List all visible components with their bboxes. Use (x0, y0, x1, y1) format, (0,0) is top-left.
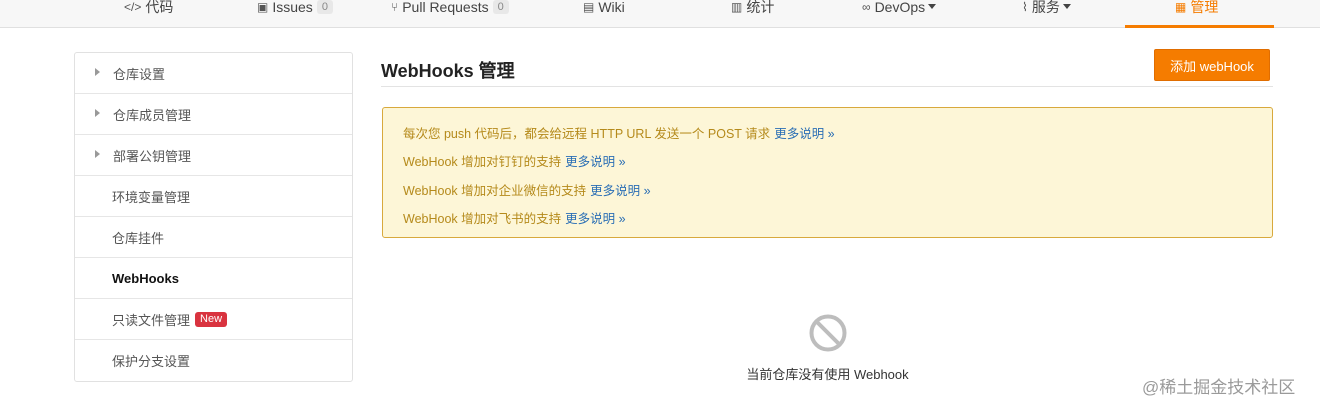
manage-icon: ▦ (1175, 0, 1187, 14)
tab-code[interactable]: </> 代码 (124, 0, 173, 28)
prohibited-icon (809, 314, 847, 352)
sidebar-item-label: 仓库设置 (113, 66, 166, 82)
sidebar-item-env-vars[interactable]: 环境变量管理 (75, 176, 352, 217)
tab-issues-label: Issues (272, 0, 313, 15)
chevron-down-icon (928, 4, 937, 9)
more-info-link[interactable]: 更多说明 » (774, 127, 834, 141)
infinity-icon: ∞ (862, 0, 871, 14)
active-tab-indicator (1125, 25, 1274, 28)
more-info-link[interactable]: 更多说明 » (565, 212, 625, 226)
tab-code-label: 代码 (145, 0, 174, 15)
notice-text: WebHook 增加对飞书的支持 (403, 212, 562, 226)
tab-stats-label: 统计 (746, 0, 775, 15)
title-divider (381, 86, 1273, 87)
notice-text: 每次您 push 代码后，都会给远程 HTTP URL 发送一个 POST 请求 (403, 127, 771, 141)
tab-pull-requests-label: Pull Requests (402, 0, 489, 15)
chevron-down-icon (1062, 4, 1071, 9)
tab-devops[interactable]: ∞ DevOps (862, 0, 937, 28)
caret-right-icon (95, 150, 100, 158)
tab-wiki[interactable]: ▤ Wiki (583, 0, 625, 28)
notice-line: WebHook 增加对飞书的支持 更多说明 » (403, 208, 626, 227)
sidebar-item-protected-branches[interactable]: 保护分支设置 (75, 340, 352, 381)
tab-services-label: 服务 (1031, 0, 1060, 15)
sidebar-item-widgets[interactable]: 仓库挂件 (75, 217, 352, 258)
sidebar-item-label: 仓库成员管理 (113, 107, 192, 123)
notice-line: 每次您 push 代码后，都会给远程 HTTP URL 发送一个 POST 请求… (403, 123, 835, 142)
empty-state-text: 当前仓库没有使用 Webhook (746, 367, 909, 382)
tab-stats[interactable]: ▥ 统计 (731, 0, 774, 28)
sidebar-item-label: WebHooks (112, 270, 179, 286)
tab-pull-requests[interactable]: ⑂ Pull Requests 0 (391, 0, 509, 28)
tab-manage-label: 管理 (1190, 0, 1219, 15)
tab-issues[interactable]: ▣ Issues 0 (257, 0, 333, 28)
sidebar-item-repo-settings[interactable]: 仓库设置 (75, 53, 352, 94)
more-info-link[interactable]: 更多说明 » (565, 155, 625, 169)
sidebar-item-members[interactable]: 仓库成员管理 (75, 94, 352, 135)
sidebar-item-readonly-files[interactable]: 只读文件管理 New (75, 299, 352, 340)
sidebar-item-webhooks[interactable]: WebHooks (75, 258, 352, 299)
code-icon: </> (124, 0, 142, 14)
sidebar-item-label: 只读文件管理 (112, 312, 191, 328)
pull-requests-count-badge: 0 (492, 0, 509, 14)
issues-icon: ▣ (257, 0, 269, 14)
webhook-info-notice: 每次您 push 代码后，都会给远程 HTTP URL 发送一个 POST 请求… (382, 107, 1273, 238)
notice-text: WebHook 增加对企业微信的支持 (403, 184, 587, 198)
tab-wiki-label: Wiki (598, 0, 625, 15)
sidebar-item-label: 环境变量管理 (112, 189, 191, 205)
sidebar-item-label: 仓库挂件 (112, 230, 165, 246)
issues-count-badge: 0 (316, 0, 333, 14)
add-webhook-button[interactable]: 添加 webHook (1154, 49, 1270, 81)
wiki-icon: ▤ (583, 0, 595, 14)
settings-sidebar: 仓库设置 仓库成员管理 部署公钥管理 环境变量管理 仓库挂件 WebHooks … (74, 52, 353, 382)
sidebar-item-label: 保护分支设置 (112, 354, 191, 369)
pull-request-icon: ⑂ (391, 0, 399, 14)
pulse-icon: ⌇ (1022, 0, 1028, 14)
sidebar-item-deploy-keys[interactable]: 部署公钥管理 (75, 135, 352, 176)
more-info-link[interactable]: 更多说明 » (590, 184, 650, 198)
caret-right-icon (95, 109, 100, 117)
notice-line: WebHook 增加对企业微信的支持 更多说明 » (403, 180, 651, 199)
chart-icon: ▥ (731, 0, 743, 14)
notice-text: WebHook 增加对钉钉的支持 (403, 155, 562, 169)
watermark: @稀土掘金技术社区 (1142, 378, 1296, 397)
notice-line: WebHook 增加对钉钉的支持 更多说明 » (403, 151, 626, 170)
new-badge: New (195, 311, 228, 327)
tab-manage[interactable]: ▦ 管理 (1175, 0, 1218, 28)
sidebar-item-label: 部署公钥管理 (113, 148, 192, 164)
repo-nav-bar: </> 代码 ▣ Issues 0 ⑂ Pull Requests 0 ▤ Wi… (0, 0, 1320, 28)
page-title: WebHooks 管理 (381, 61, 515, 81)
tab-services[interactable]: ⌇ 服务 (1022, 0, 1071, 28)
tab-devops-label: DevOps (874, 0, 926, 15)
caret-right-icon (95, 68, 100, 76)
